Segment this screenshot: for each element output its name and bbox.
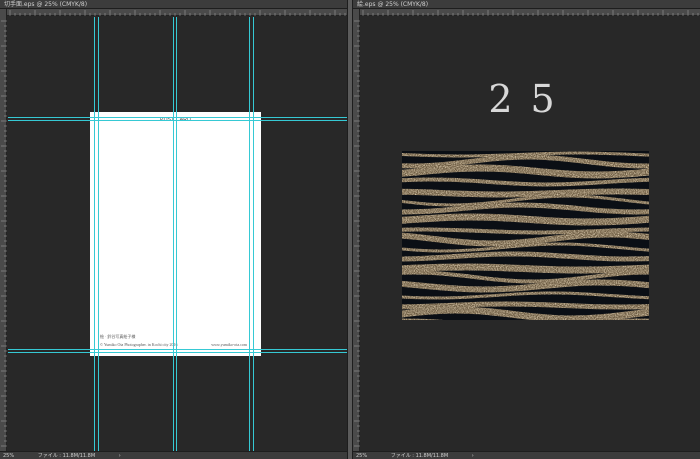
- canvas-right[interactable]: 25: [361, 17, 700, 451]
- photo-artwork: [402, 151, 649, 320]
- guide-horizontal[interactable]: [8, 349, 347, 350]
- postcard-credit-line2: © Yumiko Ota Photographer. in Kochi city…: [100, 342, 178, 347]
- status-menu-arrow-left[interactable]: ›: [119, 453, 121, 459]
- guide-horizontal[interactable]: [8, 352, 347, 353]
- status-bar-right: 25% ファイル : 11.8M/11.8M ›: [353, 451, 700, 459]
- postcard-url: www.yumiko-ota.com: [211, 342, 247, 347]
- zoom-level-left[interactable]: 25%: [3, 453, 14, 459]
- vertical-ruler-right[interactable]: [353, 9, 360, 451]
- status-bar-left: 25% ファイル : 11.8M/11.8M ›: [0, 451, 347, 459]
- document-tab-right[interactable]: 絵.eps @ 25% (CMYK/8): [353, 0, 700, 9]
- ruler-ticks-right-h: [362, 10, 699, 16]
- photoshop-window: 切手面.eps @ 25% (CMYK/8) POST CARD 絵 · 鈴谷写…: [0, 0, 700, 459]
- ruler-ticks-right-v: [354, 20, 360, 447]
- guide-vertical[interactable]: [173, 17, 174, 451]
- horizontal-ruler-right[interactable]: [353, 9, 700, 16]
- guide-vertical[interactable]: [253, 17, 254, 451]
- sparkle-water-photo: [402, 151, 649, 320]
- guide-vertical[interactable]: [94, 17, 95, 451]
- guide-vertical[interactable]: [176, 17, 177, 451]
- vertical-ruler-left[interactable]: [0, 9, 7, 451]
- document-left[interactable]: 切手面.eps @ 25% (CMYK/8) POST CARD 絵 · 鈴谷写…: [0, 0, 347, 459]
- postcard-credit-line1: 絵 · 鈴谷写真絵子様: [100, 334, 136, 339]
- guide-vertical[interactable]: [249, 17, 250, 451]
- horizontal-ruler-left[interactable]: [0, 9, 347, 16]
- guide-horizontal[interactable]: [8, 117, 347, 118]
- status-menu-arrow-right[interactable]: ›: [472, 453, 474, 459]
- guide-vertical[interactable]: [98, 17, 99, 451]
- document-tab-left[interactable]: 切手面.eps @ 25% (CMYK/8): [0, 0, 347, 9]
- canvas-left[interactable]: POST CARD 絵 · 鈴谷写真絵子様 © Yumiko Ota Photo…: [8, 17, 347, 451]
- guide-horizontal[interactable]: [8, 120, 347, 121]
- ruler-ticks-left-v: [1, 20, 7, 447]
- file-info-left: ファイル : 11.8M/11.8M: [37, 453, 96, 459]
- document-right[interactable]: 絵.eps @ 25% (CMYK/8) 25 25% ファイル: 11.8M…: [353, 0, 700, 459]
- ruler-ticks-left-h: [9, 10, 346, 16]
- file-info-right: ファイル : 11.8M/11.8M: [390, 453, 449, 459]
- number-25-text: 25: [488, 77, 573, 121]
- zoom-level-right[interactable]: 25%: [356, 453, 367, 459]
